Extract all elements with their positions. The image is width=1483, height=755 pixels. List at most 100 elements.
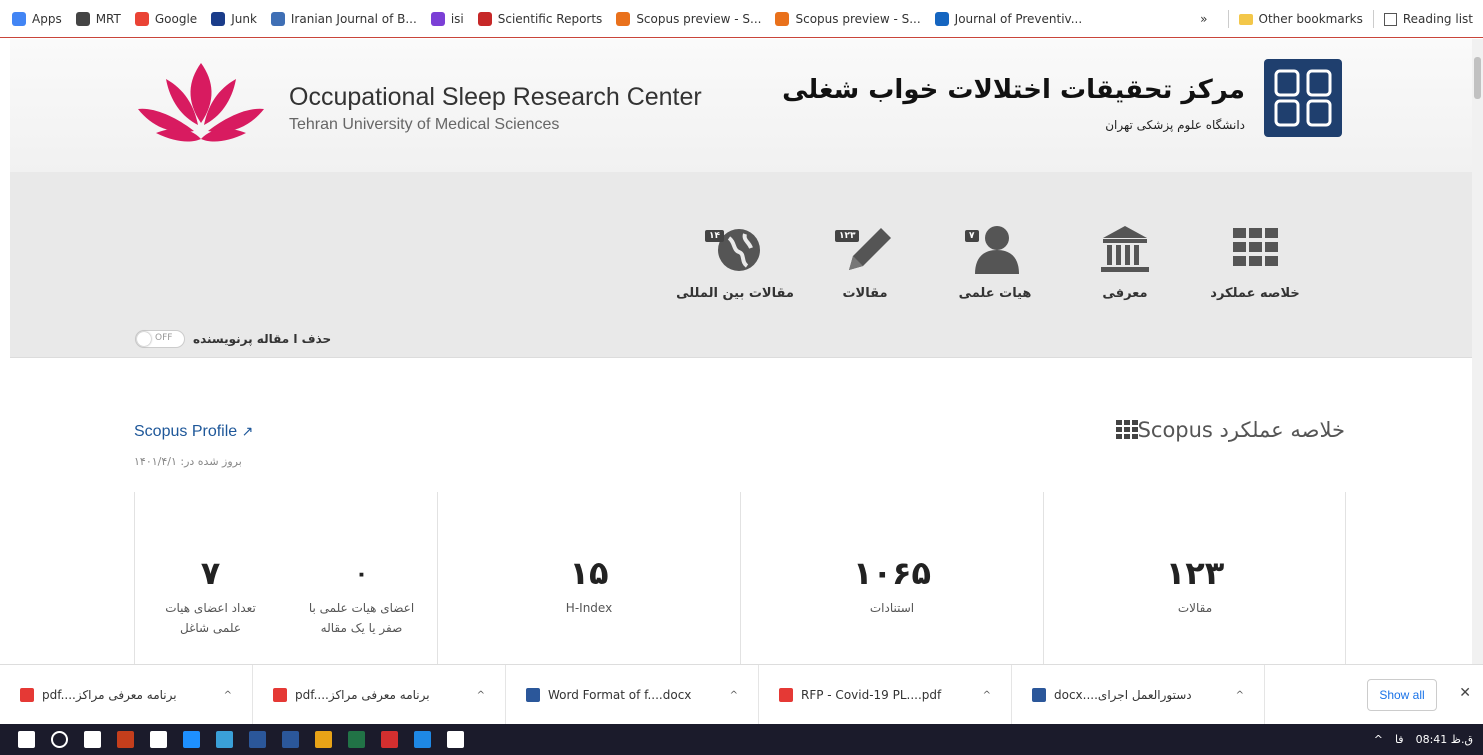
scopus-profile-link[interactable]: Scopus Profile ↗	[134, 423, 253, 441]
toggle-state: OFF	[155, 333, 173, 343]
author-filter-toggle[interactable]: OFF	[135, 330, 185, 348]
edge-icon[interactable]	[183, 731, 200, 748]
app-icon[interactable]	[447, 731, 464, 748]
bookmark-favicon-icon	[477, 11, 492, 26]
nav-faculty[interactable]: ۷ هیات علمی	[935, 222, 1055, 301]
excel-icon[interactable]	[348, 731, 365, 748]
reading-list-icon	[1383, 12, 1397, 26]
bookmark-label: Junk	[231, 11, 257, 26]
skype-icon[interactable]	[414, 731, 431, 748]
stat-label: مقالات	[1177, 601, 1213, 615]
nav-articles[interactable]: ۱۲۳ مقالات	[805, 222, 925, 301]
lotus-logo-icon[interactable]	[136, 61, 266, 143]
show-all-button[interactable]: Show all	[1367, 679, 1437, 711]
bookmark-label: Scopus preview - S...	[795, 11, 921, 26]
stat-label: اعضای هیات علمی با صفر یا یک مقاله	[308, 601, 415, 635]
bookmark-item[interactable]: Junk	[211, 11, 257, 26]
nav-label: مقالات بین المللی	[676, 286, 794, 301]
bookmarks-bar: Apps MRT Google Junk Iranian Journal of B...…	[0, 0, 1483, 38]
nav-international-articles[interactable]: ۱۴ مقالات بین المللی	[675, 222, 795, 301]
bookmark-item[interactable]: Scopus preview - S...	[616, 11, 762, 26]
download-shelf: pdf....برنامه معرفی مراکز ^ pdf....برنامه …	[0, 664, 1483, 725]
bookmark-item[interactable]: Scopus preview - S...	[775, 11, 921, 26]
download-filename: Word Format of f....docx	[548, 688, 692, 702]
download-options-chevron-icon[interactable]: ^	[477, 690, 485, 701]
bookmark-item[interactable]: Journal of Preventiv...	[934, 11, 1083, 26]
download-item[interactable]: Word Format of f....docx ^	[506, 665, 759, 725]
main-navigation: ۱۴ مقالات بین المللی ۱۲۳ مقالات ۷ هیات ع…	[10, 172, 1472, 358]
nav-performance-summary[interactable]: خلاصه عملکرد	[1195, 222, 1315, 301]
updated-date: بروز شده در: ۱۴۰۱/۴/۱	[134, 455, 242, 468]
grid-icon	[1115, 420, 1138, 439]
acrobat-icon[interactable]	[381, 731, 398, 748]
stat-label: H-Index	[565, 601, 613, 615]
bookmark-item[interactable]: Scientific Reports	[477, 11, 603, 26]
app-icon[interactable]	[282, 731, 299, 748]
bookmark-favicon-icon	[12, 11, 26, 26]
tray-chevron-icon[interactable]: ^	[1374, 733, 1383, 746]
download-options-chevron-icon[interactable]: ^	[224, 690, 232, 701]
reading-list-button[interactable]: Reading list	[1403, 12, 1473, 26]
close-shelf-button[interactable]: ✕	[1459, 685, 1471, 701]
clock[interactable]: 08:41 ق.ظ	[1416, 733, 1473, 746]
section-title-text: خلاصه عملکرد Scopus	[1137, 418, 1345, 442]
nav-badge: ۱۴	[705, 230, 724, 242]
search-icon[interactable]	[51, 731, 68, 748]
active-faculty-stat: ۷ تعداد اعضای هیات علمی شاغل	[135, 492, 286, 664]
download-filename: pdf....برنامه معرفی مراکز	[295, 688, 430, 702]
low-output-faculty-stat: ۰ اعضای هیات علمی با صفر یا یک مقاله	[286, 492, 437, 664]
bookmark-label: MRT	[95, 11, 121, 26]
stat-value: ۱۲۳	[1165, 554, 1225, 592]
download-filename: pdf....برنامه معرفی مراکز	[42, 688, 177, 702]
bookmark-label: isi	[450, 11, 464, 26]
site-title-fa[interactable]: مرکز تحقیقات اختلالات خواب شغلی	[782, 75, 1245, 105]
bookmark-item[interactable]: MRT	[75, 11, 121, 26]
stats-panel: ۷ تعداد اعضای هیات علمی شاغل ۰ اعضای هیا…	[134, 492, 1346, 664]
windows-taskbar: ^ فا 08:41 ق.ظ	[0, 724, 1483, 755]
download-options-chevron-icon[interactable]: ^	[983, 690, 991, 701]
download-filename: RFP - Covid-19 PL....pdf	[801, 688, 942, 702]
bookmark-favicon-icon	[270, 11, 285, 26]
chrome-icon[interactable]	[315, 731, 332, 748]
task-view-icon[interactable]	[84, 731, 101, 748]
university-logo-icon[interactable]	[1264, 59, 1342, 137]
bookmark-label: Journal of Preventiv...	[954, 11, 1083, 26]
download-item[interactable]: pdf....برنامه معرفی مراکز ^	[253, 665, 506, 725]
powerpoint-icon[interactable]	[117, 731, 134, 748]
download-item[interactable]: RFP - Covid-19 PL....pdf ^	[759, 665, 1012, 725]
citations-card: ۱۰۶۵ استنادات	[741, 492, 1044, 664]
nav-introduction[interactable]: معرفی	[1065, 222, 1185, 301]
bookmarks-overflow-button[interactable]: »	[1200, 12, 1207, 26]
download-options-chevron-icon[interactable]: ^	[1236, 690, 1244, 701]
bookmark-item[interactable]: Apps	[12, 11, 62, 26]
windows-start-icon[interactable]	[18, 731, 35, 748]
h-index-card: ۱۵ H-Index	[438, 492, 741, 664]
nav-label: خلاصه عملکرد	[1210, 286, 1300, 301]
grid-icon	[1225, 222, 1285, 274]
site-header: Occupational Sleep Research Center Tehra…	[10, 39, 1472, 172]
site-title-en[interactable]: Occupational Sleep Research Center	[289, 83, 702, 112]
bookmark-label: Scientific Reports	[497, 11, 603, 26]
nav-label: هیات علمی	[958, 286, 1032, 301]
bookmark-label: Scopus preview - S...	[636, 11, 762, 26]
stat-value: ۱۵	[569, 554, 609, 592]
store-icon[interactable]	[150, 731, 167, 748]
bookmark-favicon-icon	[934, 11, 949, 26]
download-item[interactable]: pdf....برنامه معرفی مراکز ^	[0, 665, 253, 725]
page-scrollbar[interactable]	[1472, 39, 1483, 664]
stat-value: ۷	[200, 554, 221, 592]
author-filter-row: OFF حذف ا مقاله پرنویسنده	[135, 330, 331, 348]
file-explorer-icon[interactable]	[216, 731, 233, 748]
download-item[interactable]: docx....دستورالعمل اجرای ^	[1012, 665, 1265, 725]
word-icon[interactable]	[249, 731, 266, 748]
download-options-chevron-icon[interactable]: ^	[730, 690, 738, 701]
language-indicator[interactable]: فا	[1395, 733, 1404, 746]
bookmark-item[interactable]: Google	[134, 11, 197, 26]
bookmarks-right: » Other bookmarks Reading list	[1200, 0, 1473, 38]
bookmark-item[interactable]: isi	[430, 11, 464, 26]
scopus-profile-label: Scopus Profile	[134, 423, 238, 440]
other-bookmarks-button[interactable]: Other bookmarks	[1259, 12, 1363, 26]
bookmark-item[interactable]: Iranian Journal of B...	[270, 11, 417, 26]
scroll-thumb[interactable]	[1474, 57, 1481, 99]
section-title: خلاصه عملکرد Scopus	[1108, 418, 1345, 442]
